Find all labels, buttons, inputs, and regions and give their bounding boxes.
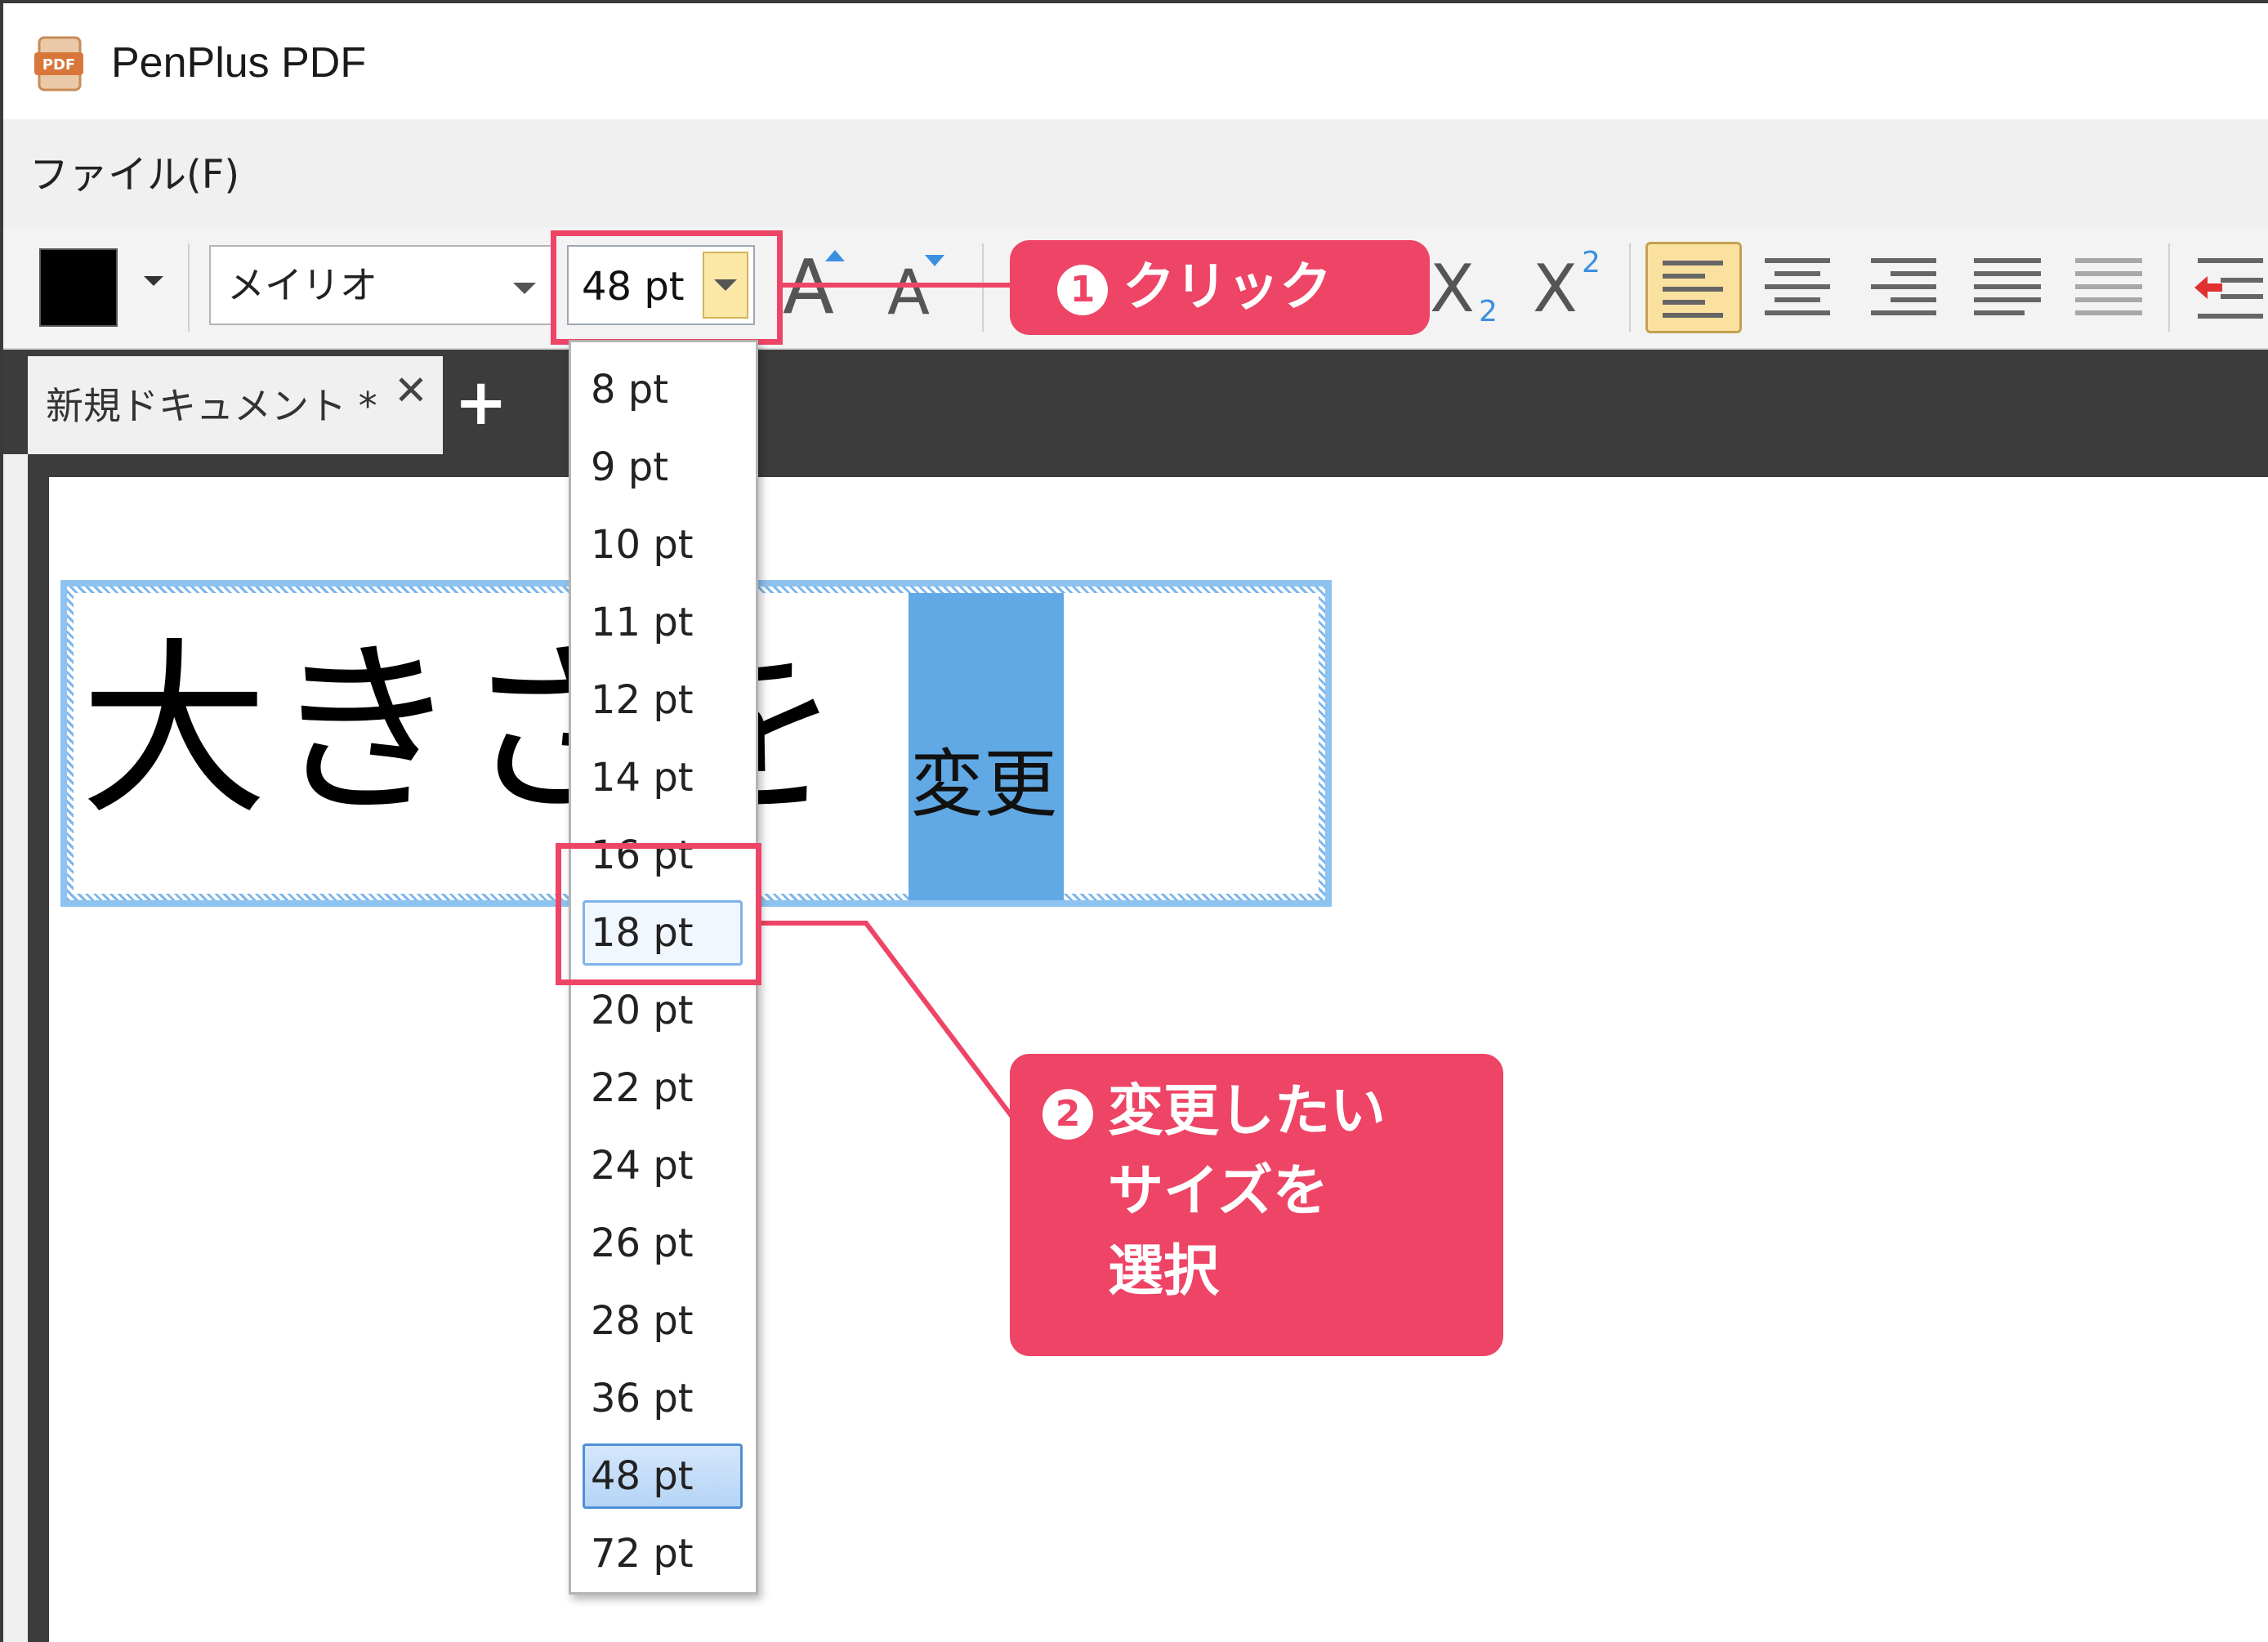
font-size-option[interactable]: 10 pt	[583, 512, 743, 578]
font-size-option[interactable]: 14 pt	[583, 745, 743, 810]
step2-line-2: サイズを	[1108, 1159, 1328, 1224]
app-window: PDF PenPlus PDF ファイル(F) メイリオ 48 pt A A X	[3, 3, 2268, 1642]
step2-connector-line	[760, 921, 1019, 1124]
font-size-option[interactable]: 36 pt	[583, 1366, 743, 1431]
font-size-option[interactable]: 48 pt	[583, 1443, 743, 1509]
font-size-option[interactable]: 12 pt	[583, 667, 743, 733]
step2-highlight-box	[556, 843, 761, 985]
step2-line-1: 2 変更したい	[1042, 1072, 1503, 1152]
font-size-option[interactable]: 28 pt	[583, 1288, 743, 1354]
font-size-option[interactable]: 22 pt	[583, 1055, 743, 1121]
font-size-option[interactable]: 26 pt	[583, 1211, 743, 1276]
step2-number: 2	[1042, 1089, 1093, 1140]
step2-line-3: 選択	[1108, 1239, 1220, 1304]
font-size-option[interactable]: 24 pt	[583, 1133, 743, 1198]
font-size-option[interactable]: 72 pt	[583, 1521, 743, 1586]
font-size-option[interactable]: 8 pt	[583, 357, 743, 422]
font-size-option[interactable]: 20 pt	[583, 978, 743, 1043]
step2-callout: 2 変更したい サイズを 選択	[1010, 1054, 1503, 1356]
font-size-option[interactable]: 9 pt	[583, 435, 743, 500]
font-size-option[interactable]: 11 pt	[583, 590, 743, 655]
